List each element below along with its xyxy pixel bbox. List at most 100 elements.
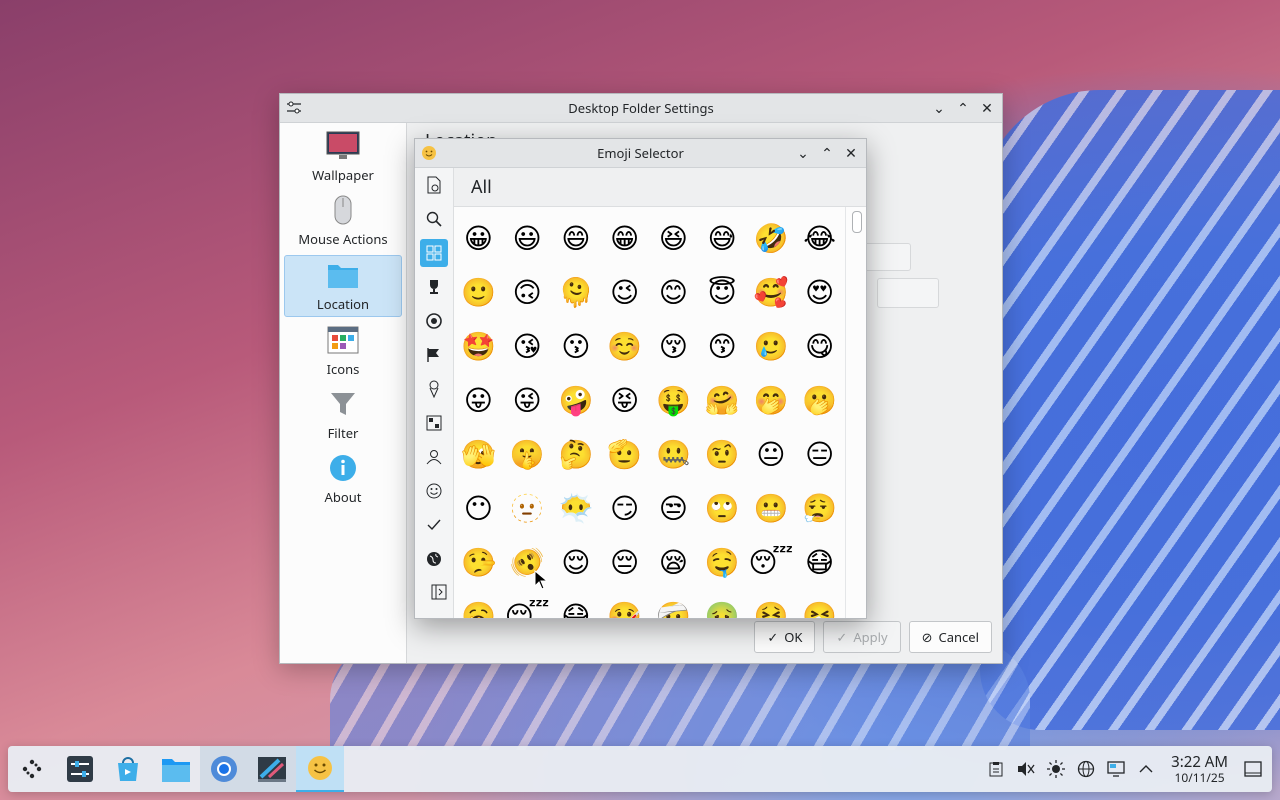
display-icon[interactable] [1105, 758, 1127, 780]
emoji-item[interactable]: 🫣 [454, 427, 503, 481]
emoji-item[interactable]: 😏 [600, 481, 649, 535]
apply-button[interactable]: ✓ Apply [823, 621, 901, 653]
system-settings-icon[interactable] [56, 746, 104, 792]
network-globe-icon[interactable] [1075, 758, 1097, 780]
emoji-item[interactable]: 😐 [747, 427, 796, 481]
emoji-app-icon[interactable] [415, 145, 443, 161]
emoji-item[interactable]: 🤨 [698, 427, 747, 481]
emoji-item[interactable]: 😴 [503, 589, 552, 618]
emoji-item[interactable]: 🤤 [698, 535, 747, 589]
emoji-item[interactable]: 🤣 [747, 211, 796, 265]
emoji-item[interactable]: 🤪 [552, 373, 601, 427]
volume-muted-icon[interactable] [1015, 758, 1037, 780]
kate-editor-icon[interactable] [248, 746, 296, 792]
emoji-item[interactable]: 🤑 [649, 373, 698, 427]
minimize-icon[interactable]: ⌄ [794, 144, 812, 163]
emoji-item[interactable]: 🫢 [795, 373, 844, 427]
clipboard-icon[interactable] [985, 758, 1007, 780]
emoji-item[interactable]: 🤕 [649, 589, 698, 618]
emoji-item[interactable]: 😌 [552, 535, 601, 589]
chromium-icon[interactable] [200, 746, 248, 792]
emoji-item[interactable]: 🤭 [747, 373, 796, 427]
emoji-item[interactable]: 😗 [552, 319, 601, 373]
emoji-item[interactable]: 🙂 [454, 265, 503, 319]
emoji-selector-icon[interactable] [296, 746, 344, 792]
emoji-item[interactable]: 😑 [795, 427, 844, 481]
emoji-item[interactable]: 🥲 [747, 319, 796, 373]
emoji-item[interactable]: 🤐 [649, 427, 698, 481]
emoji-item[interactable]: 🥱 [454, 589, 503, 618]
app-launcher-icon[interactable] [8, 746, 56, 792]
activities-icon[interactable] [420, 307, 448, 335]
emoji-item[interactable]: 😀 [454, 211, 503, 265]
emoji-item[interactable]: 😶‍🌫️ [552, 481, 601, 535]
emoji-item[interactable]: 😮‍💨 [795, 481, 844, 535]
emoji-item[interactable]: 😜 [503, 373, 552, 427]
emoji-item[interactable]: 😍 [795, 265, 844, 319]
sidebar-item-about[interactable]: About [284, 449, 402, 509]
emoji-item[interactable]: 😆 [649, 211, 698, 265]
close-icon[interactable]: ✕ [842, 144, 860, 163]
emoji-item[interactable]: 😛 [454, 373, 503, 427]
emoji-item[interactable]: 🤥 [454, 535, 503, 589]
cancel-button[interactable]: ⊘ Cancel [908, 621, 992, 653]
travel-icon[interactable] [420, 545, 448, 573]
settings-sliders-icon[interactable] [280, 101, 308, 115]
sidebar-item-icons[interactable]: Icons [284, 321, 402, 381]
emoji-item[interactable]: 🫠 [552, 265, 601, 319]
maximize-icon[interactable]: ⌃ [954, 99, 972, 118]
emoji-item[interactable]: 😶 [454, 481, 503, 535]
emoji-item[interactable]: 😒 [649, 481, 698, 535]
show-desktop-icon[interactable] [1242, 758, 1264, 780]
emoji-item[interactable]: 😔 [600, 535, 649, 589]
recent-icon[interactable] [420, 171, 448, 199]
scrollbar-thumb[interactable] [852, 211, 862, 233]
emoji-item[interactable]: 😁 [600, 211, 649, 265]
sidebar-item-location[interactable]: Location [284, 255, 402, 317]
emoji-item[interactable]: 😄 [552, 211, 601, 265]
minimize-icon[interactable]: ⌄ [930, 99, 948, 118]
all-icon[interactable] [420, 239, 448, 267]
discover-store-icon[interactable] [104, 746, 152, 792]
search-icon[interactable] [420, 205, 448, 233]
emoji-item[interactable]: 😉 [600, 265, 649, 319]
tray-expand-icon[interactable] [1135, 758, 1157, 780]
maximize-icon[interactable]: ⌃ [818, 144, 836, 163]
emoji-item[interactable]: 😬 [747, 481, 796, 535]
emoji-item[interactable]: 😂 [795, 211, 844, 265]
sidebar-item-filter[interactable]: Filter [284, 385, 402, 445]
trophy-icon[interactable] [420, 273, 448, 301]
emoji-item[interactable]: 😙 [698, 319, 747, 373]
emoji-item[interactable]: ☺️ [600, 319, 649, 373]
smileys-icon[interactable] [420, 477, 448, 505]
objects-icon[interactable] [420, 409, 448, 437]
emoji-item[interactable]: 😋 [795, 319, 844, 373]
emoji-item[interactable]: 🤩 [454, 319, 503, 373]
sidebar-item-mouse-actions[interactable]: Mouse Actions [284, 191, 402, 251]
emoji-item[interactable]: 🙄 [698, 481, 747, 535]
flag-icon[interactable] [420, 341, 448, 369]
emoji-scrollbar[interactable] [845, 207, 866, 618]
emoji-item[interactable]: 😃 [503, 211, 552, 265]
emoji-item[interactable]: 😝 [600, 373, 649, 427]
emoji-item[interactable]: 😘 [503, 319, 552, 373]
file-manager-icon[interactable] [152, 746, 200, 792]
clock[interactable]: 3:22 AM 10/11/25 [1171, 754, 1228, 784]
emoji-item[interactable]: 🤗 [698, 373, 747, 427]
sidebar-item-wallpaper[interactable]: Wallpaper [284, 127, 402, 187]
emoji-item[interactable]: 🤫 [503, 427, 552, 481]
brightness-icon[interactable] [1045, 758, 1067, 780]
emoji-item[interactable]: 🙃 [503, 265, 552, 319]
emoji-item[interactable]: 🫡 [600, 427, 649, 481]
emoji-item[interactable]: 😅 [698, 211, 747, 265]
emoji-item[interactable]: 🤒 [600, 589, 649, 618]
emoji-item[interactable]: 🫥 [503, 481, 552, 535]
people-icon[interactable] [420, 443, 448, 471]
emoji-item[interactable]: 😴 [747, 535, 796, 589]
emoji-item[interactable]: 😪 [649, 535, 698, 589]
food-icon[interactable] [420, 375, 448, 403]
sidebar-toggle-icon[interactable] [425, 578, 453, 606]
emoji-item[interactable]: 🤔 [552, 427, 601, 481]
emoji-item[interactable]: 🤧 [795, 589, 844, 618]
ok-button[interactable]: ✓ OK [754, 621, 816, 653]
